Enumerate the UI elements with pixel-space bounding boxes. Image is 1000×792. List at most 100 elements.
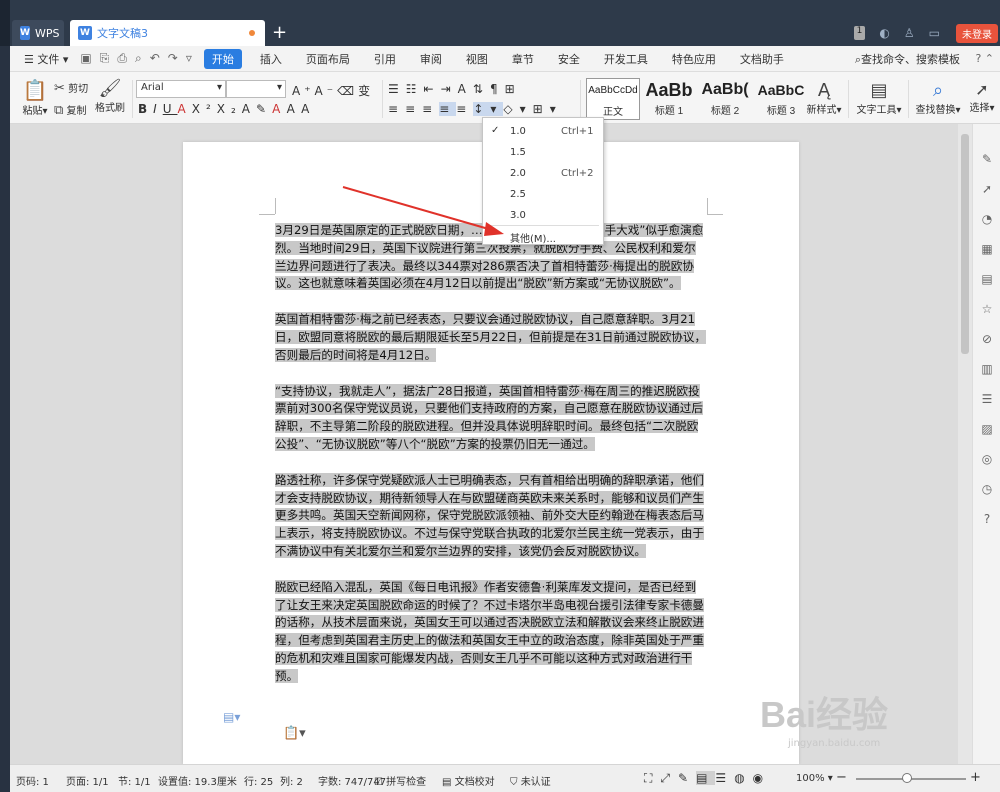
line-spacing-2-0[interactable]: 2.0 Ctrl+2 <box>483 164 603 184</box>
menu-features[interactable]: 特色应用 <box>660 51 728 67</box>
web-view-icon[interactable]: ◍ <box>734 771 752 785</box>
redo-icon[interactable]: ↷ <box>168 51 178 66</box>
sort-icon[interactable]: ⇅ <box>473 82 490 96</box>
fullscreen-icon[interactable]: ⛶ <box>644 771 660 785</box>
format-painter-button[interactable]: 🖌 格式刷 <box>94 78 126 114</box>
menu-assistant[interactable]: 文档助手 <box>728 51 796 67</box>
find-replace-button[interactable]: ⌕ 查找替换▾ <box>914 80 962 116</box>
sidebar-image-icon[interactable]: ▨ <box>973 414 1000 444</box>
outdent-icon[interactable]: ⇤ <box>424 82 441 96</box>
italic-icon[interactable]: I <box>153 102 163 116</box>
grow-font-icon[interactable]: A⁺ <box>292 84 315 98</box>
sidebar-chart-icon[interactable]: ▥ <box>973 354 1000 384</box>
bold-icon[interactable]: B <box>138 102 153 116</box>
underline-icon[interactable]: U <box>163 102 178 116</box>
line-spacing-button[interactable]: ↕▾ <box>473 102 504 116</box>
fit-icon[interactable]: ⤢ <box>660 771 678 785</box>
copy-button[interactable]: ⧉ 复制 <box>54 102 86 118</box>
style-heading-3[interactable]: AaBbC 标题 3 <box>754 78 808 120</box>
font-name-select[interactable]: Arial ▾ <box>136 80 226 98</box>
clear-format-icon[interactable]: ⌫ <box>337 84 358 98</box>
paste-options-icon[interactable]: 📋▾ <box>283 726 306 741</box>
page-layout-icon[interactable]: ▤▾ <box>223 710 240 724</box>
cut-button[interactable]: ✂ 剪切 <box>54 80 88 96</box>
login-button[interactable]: 未登录 <box>956 24 998 43</box>
menu-view[interactable]: 视图 <box>454 51 500 67</box>
zoom-out-button[interactable]: − <box>836 770 847 785</box>
align-left-icon[interactable]: ≡ <box>388 102 405 116</box>
save-icon[interactable]: ▣ <box>80 51 91 66</box>
line-spacing-1-5[interactable]: 1.5 <box>483 143 603 163</box>
zoom-slider-handle[interactable] <box>902 773 912 783</box>
command-search[interactable]: ⌕查找命令、搜索模板 <box>855 51 960 67</box>
sidebar-edit-icon[interactable]: ✎ <box>973 144 1000 174</box>
spell-check-button[interactable]: ☑ 拼写检查 <box>374 773 426 788</box>
show-marks-icon[interactable]: ¶ <box>490 82 505 96</box>
distribute-icon[interactable]: ≡ <box>456 102 473 116</box>
text-tools-button[interactable]: ▤ 文字工具▾ <box>854 80 904 116</box>
certification-status[interactable]: ⛉ 未认证 <box>510 773 551 788</box>
sidebar-share-icon[interactable]: ◎ <box>973 444 1000 474</box>
numbering-icon[interactable]: ☷ <box>406 82 424 96</box>
border-icon[interactable]: ⊞▾ <box>533 102 563 116</box>
zoom-in-button[interactable]: + <box>970 770 981 785</box>
justify-icon[interactable]: ≡ <box>439 102 457 116</box>
menu-insert[interactable]: 插入 <box>248 51 294 67</box>
document-body[interactable]: 3月29日是英国原定的正式脱欧日期，……正式推迟，但这出“分手大戏”似乎愈演愈烈… <box>275 222 707 704</box>
sidebar-style-icon[interactable]: ▦ <box>973 234 1000 264</box>
align-center-icon[interactable]: ≡ <box>405 102 422 116</box>
print-icon[interactable]: ⎙ <box>117 51 127 66</box>
menu-references[interactable]: 引用 <box>362 51 408 67</box>
shirt-icon[interactable]: ♙ <box>904 26 915 40</box>
bullets-icon[interactable]: ☰ <box>388 82 406 96</box>
file-menu[interactable]: ☰ 文件 ▾ <box>10 51 74 67</box>
shrink-font-icon[interactable]: A⁻ <box>315 84 338 98</box>
outline-view-icon[interactable]: ☰ <box>715 771 734 785</box>
sidebar-cursor-icon[interactable]: ➚ <box>973 174 1000 204</box>
skin-icon[interactable]: ◐ <box>879 26 889 40</box>
page-view-icon[interactable]: ▤ <box>696 771 716 785</box>
new-style-button[interactable]: Ą 新样式▾ <box>806 80 842 116</box>
minimize-icon[interactable]: ▭ <box>929 26 940 40</box>
doc-proof-button[interactable]: ▤ 文档校对 <box>442 773 495 788</box>
output-icon[interactable]: ⎘ <box>100 51 110 66</box>
paragraph[interactable]: 路透社称，许多保守党疑欧派人士已明确表态，只有首相给出明确的辞职承诺，他们才会支… <box>275 472 707 561</box>
help-button[interactable]: ? <box>975 52 981 65</box>
superscript-icon[interactable]: X² <box>192 102 217 116</box>
strike-icon[interactable]: A <box>178 102 192 116</box>
menu-review[interactable]: 审阅 <box>408 51 454 67</box>
indent-icon[interactable]: ⇥ <box>441 82 458 96</box>
line-spacing-2-5[interactable]: 2.5 <box>483 185 603 205</box>
menu-layout[interactable]: 页面布局 <box>294 51 362 67</box>
text-effect-icon[interactable]: A <box>242 102 256 116</box>
pen-icon[interactable]: ✎ <box>678 771 696 785</box>
sidebar-star-icon[interactable]: ☆ <box>973 294 1000 324</box>
char-shading-icon[interactable]: A <box>287 102 302 116</box>
undo-icon[interactable]: ↶ <box>150 51 160 66</box>
paste-button[interactable]: 📋 粘贴▾ <box>18 78 52 117</box>
menu-security[interactable]: 安全 <box>546 51 592 67</box>
more-icon[interactable]: ▿ <box>186 51 192 66</box>
line-spacing-other[interactable]: 其他(M)... <box>483 226 603 246</box>
menu-chapter[interactable]: 章节 <box>500 51 546 67</box>
menu-start[interactable]: 开始 <box>203 48 242 69</box>
paragraph[interactable]: 脱欧已经陷入混乱，英国《每日电讯报》作者安德鲁·利莱库发文提问，是否已经到了让女… <box>275 579 707 686</box>
style-heading-2[interactable]: AaBb(标题 2 <box>698 78 752 120</box>
badge-count[interactable]: 1 <box>853 26 866 40</box>
menu-developer[interactable]: 开发工具 <box>592 51 660 67</box>
select-button[interactable]: ➚ 选择▾ <box>966 80 998 114</box>
new-tab-button[interactable]: + <box>272 22 287 43</box>
sidebar-help-icon[interactable]: ? <box>973 504 1000 534</box>
table-tools-icon[interactable]: ⊞ <box>505 82 522 96</box>
paragraph[interactable]: 英国首相特雷莎·梅之前已经表态，只要议会通过脱欧协议，自己愿意辞职。3月21日，… <box>275 311 707 364</box>
shading-icon[interactable]: ◇▾ <box>503 102 532 116</box>
sidebar-shape-icon[interactable]: ◔ <box>973 204 1000 234</box>
line-spacing-3-0[interactable]: 3.0 <box>483 206 603 226</box>
eye-icon[interactable]: ◉ <box>753 771 771 785</box>
style-heading-1[interactable]: AaBb 标题 1 <box>642 78 696 120</box>
font-color-icon[interactable]: A <box>272 102 287 116</box>
sidebar-list-icon[interactable]: ☰ <box>973 384 1000 414</box>
chinese-layout-icon[interactable]: A <box>458 82 473 96</box>
paragraph[interactable]: “支持协议，我就走人”，据法广28日报道，英国首相特雷莎·梅在周三的推迟脱欧投票… <box>275 383 707 454</box>
scroll-thumb[interactable] <box>961 134 969 354</box>
